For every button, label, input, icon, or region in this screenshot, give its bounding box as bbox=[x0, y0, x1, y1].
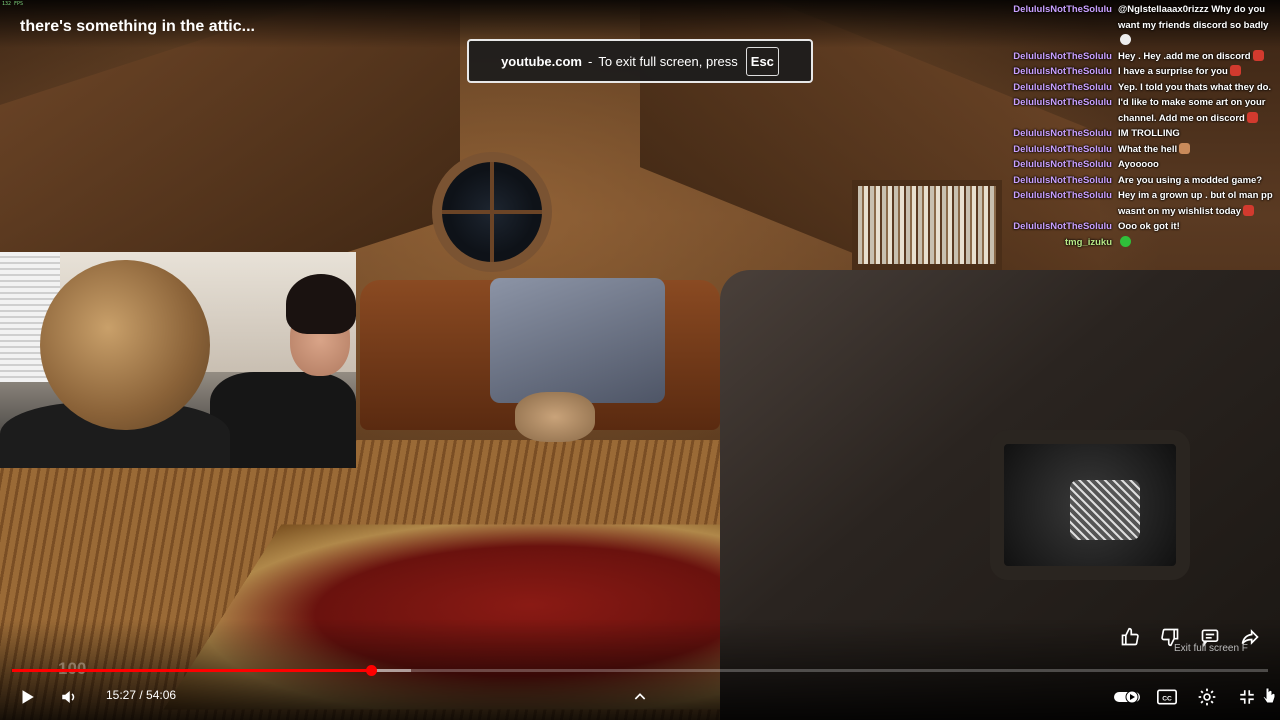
chat-message: DelululsNotTheSolulu Ayooooo bbox=[1012, 157, 1278, 173]
chat-text: Hey im a grown up . but ol man pp wasnt … bbox=[1118, 190, 1273, 217]
chat-text: @Nglstellaaax0rizzz Why do you want my f… bbox=[1118, 2, 1278, 49]
chat-username: DelululsNotTheSolulu bbox=[1013, 143, 1112, 155]
fullscreen-separator: - bbox=[587, 53, 593, 69]
chat-username: DelululsNotTheSolulu bbox=[1013, 50, 1112, 62]
exit-fullscreen-icon bbox=[1240, 690, 1254, 704]
time-separator: / bbox=[136, 688, 147, 702]
time-display: 15:27 / 54:06 bbox=[106, 688, 176, 702]
progress-scrubber[interactable] bbox=[365, 665, 377, 676]
chat-message: DelululsNotTheSolulu What the hell bbox=[1012, 142, 1278, 158]
fullscreen-notice: youtube.com - To exit full screen, press… bbox=[467, 39, 813, 83]
play-icon bbox=[22, 690, 34, 704]
chat-text: I'd like to make some art on your channe… bbox=[1118, 97, 1266, 124]
chat-username: DelululsNotTheSolulu bbox=[1013, 174, 1112, 186]
volume-button[interactable] bbox=[54, 682, 84, 712]
chat-text: I have a surprise for you bbox=[1118, 64, 1278, 80]
chat-text: IM TROLLING bbox=[1118, 128, 1180, 139]
chat-text bbox=[1118, 235, 1278, 251]
exit-fullscreen-button[interactable] bbox=[1232, 682, 1262, 712]
devil-emoji-icon bbox=[1252, 49, 1264, 61]
expand-up-button[interactable] bbox=[626, 682, 654, 712]
chat-username: tmg_izuku bbox=[1065, 236, 1112, 248]
fps-counter: 132 FPS bbox=[2, 1, 24, 7]
fullscreen-domain: youtube.com bbox=[501, 53, 582, 69]
webcam-overlay bbox=[0, 252, 356, 468]
tv-knob bbox=[1070, 480, 1140, 540]
chat-message: DelululsNotTheSolulu I'd like to make so… bbox=[1012, 95, 1278, 126]
like-button[interactable] bbox=[1116, 624, 1144, 650]
chat-username: DelululsNotTheSolulu bbox=[1013, 128, 1112, 139]
chat-username: DelululsNotTheSolulu bbox=[1013, 97, 1112, 108]
chat-message: DelululsNotTheSolulu I have a surprise f… bbox=[1012, 64, 1278, 80]
chat-text: Yep. I told you thats what they do. bbox=[1118, 81, 1272, 93]
round-window bbox=[432, 152, 552, 272]
chevron-up-icon bbox=[634, 693, 646, 700]
chat-text: Hey . Hey .add me on discord bbox=[1118, 49, 1278, 65]
chat-text: Ayooooo bbox=[1118, 159, 1159, 170]
streamer-left-hair bbox=[40, 260, 210, 430]
duration: 54:06 bbox=[146, 688, 177, 702]
chat-text: What the hell bbox=[1118, 142, 1278, 158]
video-title[interactable]: there's something in the attic... bbox=[20, 18, 255, 36]
exit-fullscreen-tooltip: Exit full screen F bbox=[1174, 643, 1248, 654]
svg-text:CC: CC bbox=[1162, 695, 1172, 702]
bookshelf bbox=[852, 180, 1002, 270]
monkey-emoji-icon bbox=[1179, 142, 1191, 154]
current-time: 15:27 bbox=[106, 688, 137, 702]
mouse-cursor-icon bbox=[1262, 687, 1276, 704]
progress-played bbox=[12, 669, 371, 672]
progress-bar[interactable] bbox=[12, 665, 1268, 676]
chat-message: tmg_izuku bbox=[1012, 235, 1278, 251]
autoplay-toggle-icon bbox=[1114, 690, 1140, 704]
green-emoji-icon bbox=[1120, 235, 1131, 247]
skull-emoji-icon bbox=[1120, 34, 1131, 45]
chat-message: DelululsNotTheSolulu Ooo ok got it! bbox=[1012, 219, 1278, 235]
chat-message: DelululsNotTheSolulu Hey im a grown up .… bbox=[1012, 188, 1278, 219]
streamer-right-hair bbox=[286, 274, 356, 334]
devil-emoji-icon bbox=[1229, 65, 1241, 76]
chat-username: DelululsNotTheSolulu bbox=[1013, 66, 1112, 77]
play-button[interactable] bbox=[12, 682, 42, 712]
devil-emoji-icon bbox=[1243, 204, 1254, 216]
chat-username: DelululsNotTheSolulu bbox=[1013, 4, 1112, 15]
sofa-blanket bbox=[490, 278, 665, 403]
volume-icon bbox=[62, 691, 75, 703]
chat-message: DelululsNotTheSolulu IM TROLLING bbox=[1012, 126, 1278, 142]
chat-username: DelululsNotTheSolulu bbox=[1013, 81, 1112, 93]
chat-message: DelululsNotTheSolulu Hey . Hey .add me o… bbox=[1012, 49, 1278, 65]
chat-message: DelululsNotTheSolulu @Nglstellaaax0rizzz… bbox=[1012, 2, 1278, 49]
cat bbox=[515, 392, 595, 442]
streamer-right-body bbox=[210, 372, 356, 468]
esc-key: Esc bbox=[745, 46, 779, 76]
like-icon bbox=[1121, 627, 1139, 646]
chat-message: DelululsNotTheSolulu Are you using a mod… bbox=[1012, 173, 1278, 189]
autoplay-toggle[interactable] bbox=[1110, 682, 1144, 712]
chat-username: DelululsNotTheSolulu bbox=[1013, 221, 1112, 232]
chat-overlay: DelululsNotTheSolulu @Nglstellaaax0rizzz… bbox=[1012, 2, 1278, 250]
devil-emoji-icon bbox=[1246, 111, 1258, 123]
chat-text: Are you using a modded game? bbox=[1118, 174, 1263, 186]
settings-icon bbox=[1198, 688, 1216, 706]
fullscreen-message: To exit full screen, press bbox=[598, 53, 738, 69]
captions-button[interactable]: CC bbox=[1152, 682, 1182, 712]
chat-message: DelululsNotTheSolulu Yep. I told you tha… bbox=[1012, 80, 1278, 96]
captions-icon: CC bbox=[1157, 689, 1177, 705]
player-controls: CC bbox=[0, 682, 1280, 712]
chat-username: DelululsNotTheSolulu bbox=[1013, 190, 1112, 201]
settings-button[interactable] bbox=[1192, 682, 1222, 712]
chat-text: Ooo ok got it! bbox=[1118, 221, 1180, 232]
chat-username: DelululsNotTheSolulu bbox=[1013, 159, 1112, 170]
